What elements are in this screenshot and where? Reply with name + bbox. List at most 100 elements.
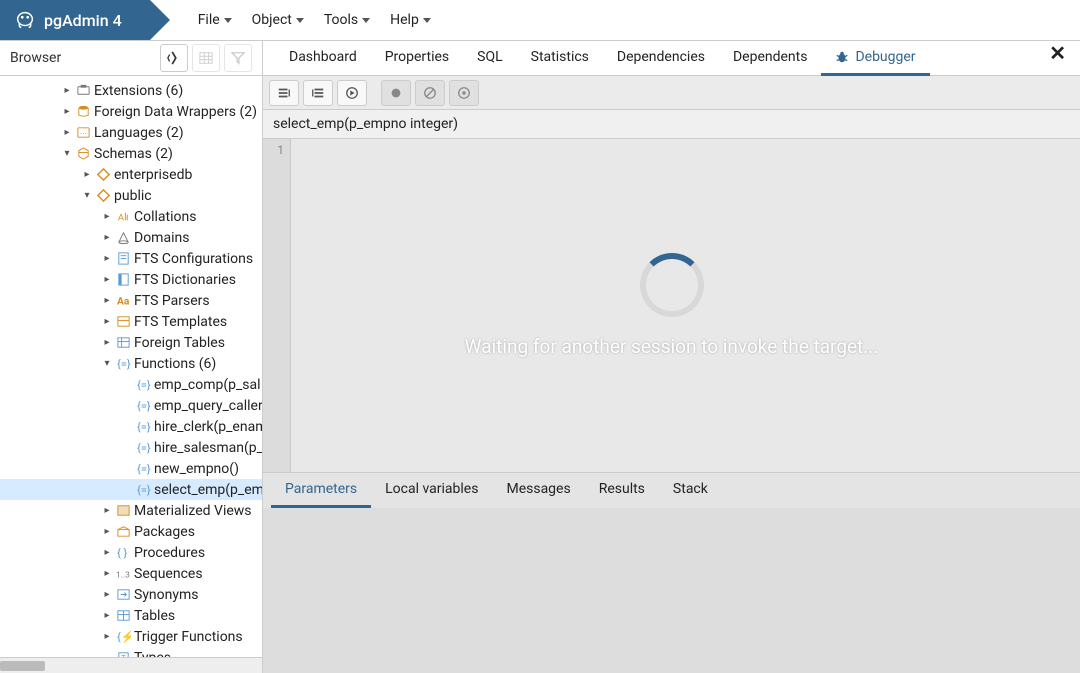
tree-item[interactable]: ▾Schemas (2) <box>0 143 262 164</box>
fn-icon: {=} <box>134 398 152 413</box>
aa-icon: Aa <box>114 293 132 308</box>
code-editor[interactable]: 1 Waiting for another session to invoke … <box>263 139 1080 472</box>
tree-label: Collations <box>132 209 196 225</box>
tree-item[interactable]: ▸Synonyms <box>0 584 262 605</box>
tab-dependents[interactable]: Dependents <box>719 41 821 76</box>
view-data-button <box>192 44 220 72</box>
tree-expand-icon[interactable]: ▾ <box>100 358 114 369</box>
elephant-icon <box>14 9 36 31</box>
menu-tools[interactable]: Tools <box>316 6 378 34</box>
tree-item[interactable]: ▸FTS Templates <box>0 311 262 332</box>
bottom-tab-local-variables[interactable]: Local variables <box>371 473 492 508</box>
menu-file[interactable]: File <box>190 6 240 34</box>
wrap-icon <box>74 104 92 119</box>
tree-expand-icon[interactable]: ▸ <box>100 274 114 285</box>
coll-icon: A <box>114 209 132 224</box>
browser-tree[interactable]: ▸Extensions (6)▸Foreign Data Wrappers (2… <box>0 76 263 673</box>
mv-icon <box>114 503 132 518</box>
bottom-tab-messages[interactable]: Messages <box>492 473 584 508</box>
close-tab-button[interactable]: ✕ <box>1035 41 1080 75</box>
step-into-button[interactable] <box>269 80 299 106</box>
tree-item[interactable]: ▸Domains <box>0 227 262 248</box>
tree-expand-icon[interactable]: ▸ <box>100 337 114 348</box>
tree-item[interactable]: ▸{⚡}Trigger Functions <box>0 626 262 647</box>
tree-expand-icon[interactable]: ▸ <box>60 127 74 138</box>
tree-expand-icon[interactable]: ▸ <box>100 568 114 579</box>
tree-item[interactable]: ▸Foreign Data Wrappers (2) <box>0 101 262 122</box>
tree-item[interactable]: ▸enterprisedb <box>0 164 262 185</box>
svg-text:{=}: {=} <box>116 357 130 370</box>
tree-expand-icon[interactable]: ▸ <box>100 253 114 264</box>
tree-item[interactable]: {=}emp_query_caller() <box>0 395 262 416</box>
tree-label: FTS Dictionaries <box>132 272 236 288</box>
tree-item[interactable]: {=}select_emp(p_empno integer) <box>0 479 262 500</box>
debugger-toolbar <box>263 76 1080 110</box>
query-tool-button[interactable] <box>160 44 188 72</box>
tree-item[interactable]: ▸ Packages <box>0 521 262 542</box>
tree-expand-icon[interactable]: ▾ <box>60 148 74 159</box>
tab-dashboard[interactable]: Dashboard <box>275 41 371 76</box>
tab-sql[interactable]: SQL <box>463 41 516 76</box>
tree-item[interactable]: ▸ FTS Dictionaries <box>0 269 262 290</box>
tree-item[interactable]: ▾public <box>0 185 262 206</box>
tree-expand-icon[interactable]: ▸ <box>100 526 114 537</box>
tree-item[interactable]: ▸AaFTS Parsers <box>0 290 262 311</box>
tree-label: Functions (6) <box>132 356 216 372</box>
bottom-tab-parameters[interactable]: Parameters <box>271 473 371 508</box>
tree-item[interactable]: {=}emp_comp(p_sal numeric, p_comm numeri… <box>0 374 262 395</box>
tree-expand-icon[interactable]: ▸ <box>80 169 94 180</box>
line-gutter: 1 <box>263 139 291 472</box>
tree-item[interactable]: ▸ACollations <box>0 206 262 227</box>
tree-item[interactable]: ▸{ }Procedures <box>0 542 262 563</box>
tree-expand-icon[interactable]: ▸ <box>100 631 114 642</box>
tree-item[interactable]: ▸Materialized Views <box>0 500 262 521</box>
menu-help[interactable]: Help <box>382 6 439 34</box>
chevron-down-icon <box>296 18 304 23</box>
tree-expand-icon[interactable]: ▸ <box>60 106 74 117</box>
tree-item[interactable]: ▸Tables <box>0 605 262 626</box>
schema-icon <box>74 146 92 161</box>
tree-label: Trigger Functions <box>132 629 243 645</box>
tree-item[interactable]: {=}new_empno() <box>0 458 262 479</box>
svg-text:{=}: {=} <box>136 420 150 433</box>
app-title: pgAdmin 4 <box>44 11 122 30</box>
tree-expand-icon[interactable]: ▸ <box>100 589 114 600</box>
tree-item[interactable]: ▸FTS Configurations <box>0 248 262 269</box>
tab-statistics[interactable]: Statistics <box>517 41 603 76</box>
horizontal-scrollbar[interactable] <box>0 657 262 673</box>
logo[interactable]: pgAdmin 4 <box>0 0 150 40</box>
svg-text:Aa: Aa <box>116 294 129 307</box>
tree-item[interactable]: {=}hire_salesman(p_ename character varyi… <box>0 437 262 458</box>
tree-item[interactable]: ▸Foreign Tables <box>0 332 262 353</box>
continue-button[interactable] <box>337 80 367 106</box>
tree-expand-icon[interactable]: ▸ <box>100 547 114 558</box>
tree-expand-icon[interactable]: ▸ <box>100 211 114 222</box>
tree-item[interactable]: ▾{=}Functions (6) <box>0 353 262 374</box>
tree-expand-icon[interactable]: ▾ <box>80 190 94 201</box>
fts-icon <box>114 251 132 266</box>
tree-expand-icon[interactable]: ▸ <box>60 85 74 96</box>
tree-expand-icon[interactable]: ▸ <box>100 610 114 621</box>
tab-dependencies[interactable]: Dependencies <box>603 41 719 76</box>
tree-expand-icon[interactable]: ▸ <box>100 316 114 327</box>
pkg-icon <box>114 524 132 539</box>
tree-item[interactable]: ▸1..3Sequences <box>0 563 262 584</box>
tree-item[interactable]: ▸⋯Languages (2) <box>0 122 262 143</box>
tree-label: Packages <box>132 524 195 540</box>
trg-icon: {⚡} <box>114 629 132 644</box>
tree-expand-icon[interactable]: ▸ <box>100 232 114 243</box>
tab-debugger[interactable]: Debugger <box>821 41 929 76</box>
bottom-tab-stack[interactable]: Stack <box>659 473 722 508</box>
tree-expand-icon[interactable]: ▸ <box>100 295 114 306</box>
tab-properties[interactable]: Properties <box>371 41 463 76</box>
tree-label: emp_query_caller() <box>152 398 262 414</box>
menu-object[interactable]: Object <box>244 6 312 34</box>
tree-item[interactable]: {=}hire_clerk(p_ename character varying) <box>0 416 262 437</box>
proc-icon: { } <box>114 545 132 560</box>
stop-button <box>449 80 479 106</box>
tree-item[interactable]: ▸Extensions (6) <box>0 80 262 101</box>
step-over-button[interactable] <box>303 80 333 106</box>
tree-label: select_emp(p_empno integer) <box>152 482 262 498</box>
tree-expand-icon[interactable]: ▸ <box>100 505 114 516</box>
bottom-tab-results[interactable]: Results <box>585 473 659 508</box>
